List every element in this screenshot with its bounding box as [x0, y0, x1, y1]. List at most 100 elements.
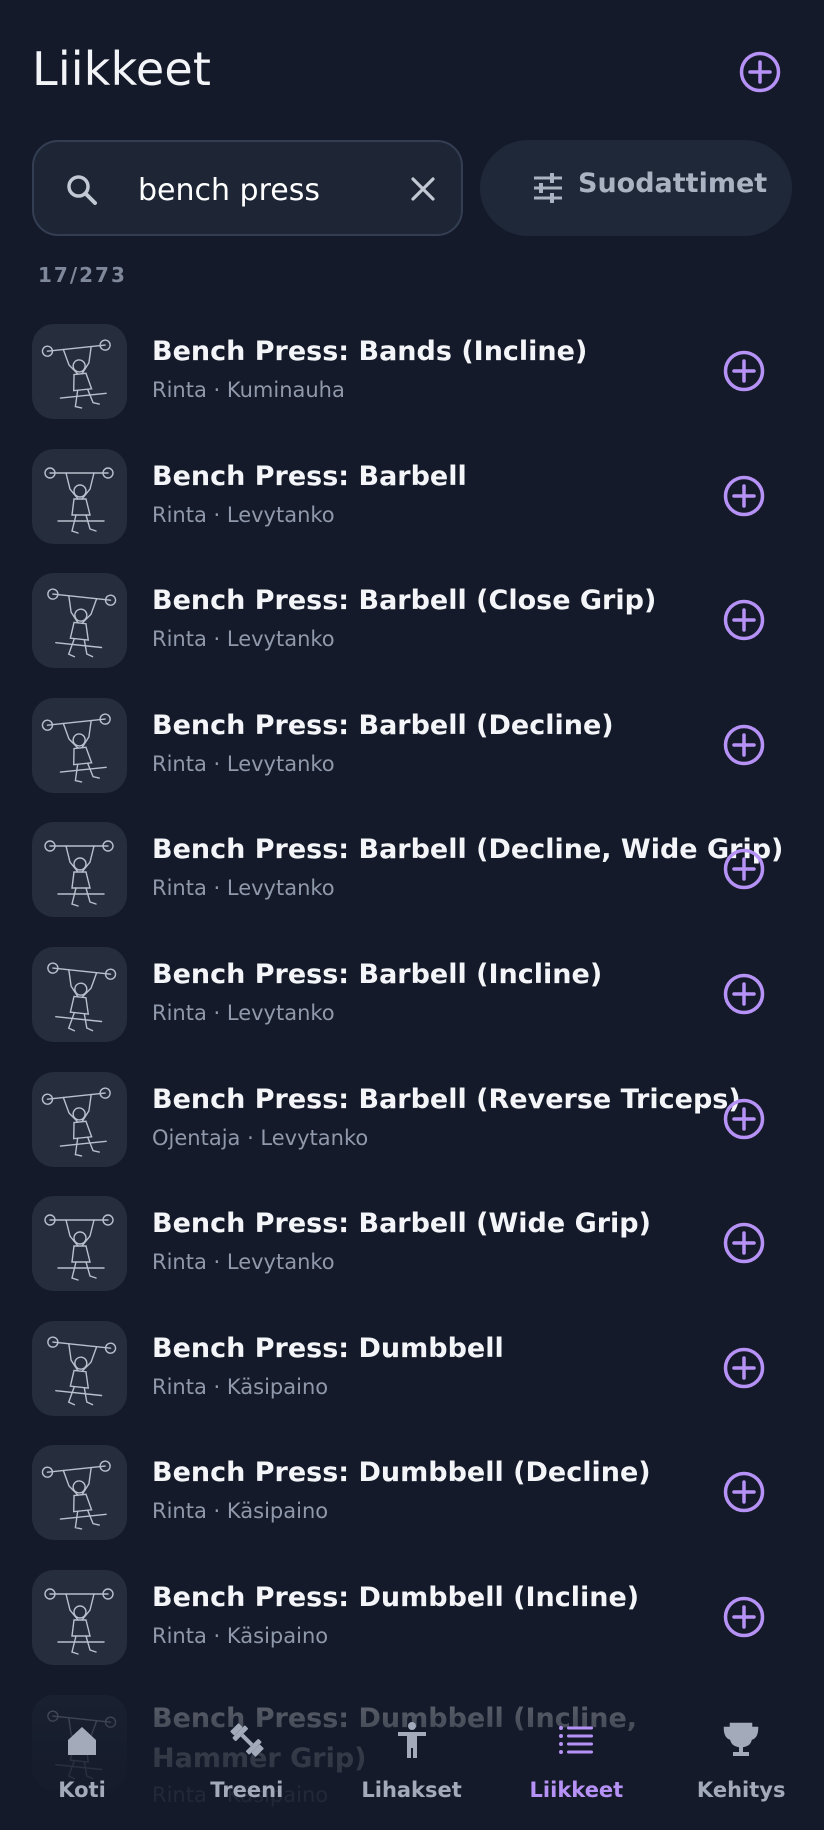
exercise-meta: Rinta · Levytanko	[152, 1001, 335, 1025]
exercise-library-screen: Liikkeet Suodattimet	[0, 0, 824, 1830]
dumbbell-icon	[230, 1723, 264, 1757]
home-icon	[68, 1727, 96, 1755]
exercise-row[interactable]: Bench Press: Barbell (Incline) Rinta · Le…	[0, 945, 824, 1045]
exercise-name: Bench Press: Dumbbell	[152, 1332, 504, 1364]
exercise-row[interactable]: Bench Press: Dumbbell (Incline) Rinta · K…	[0, 1568, 824, 1668]
exercise-name: Bench Press: Barbell (Reverse Triceps)	[152, 1083, 741, 1115]
add-to-workout-button[interactable]	[722, 1346, 766, 1390]
exercise-illustration-icon	[44, 1588, 114, 1655]
add-circle-icon	[723, 1596, 765, 1638]
add-circle-icon	[723, 1347, 765, 1389]
nav-label: Koti	[58, 1778, 106, 1802]
exercise-row[interactable]: Bench Press: Barbell (Close Grip) Rinta ·…	[0, 571, 824, 671]
nav-item-lihakset[interactable]: Lihakset	[330, 1700, 494, 1830]
exercise-illustration-icon	[41, 713, 111, 783]
add-circle-icon	[723, 1222, 765, 1264]
page-title: Liikkeet	[32, 42, 212, 96]
add-circle-icon	[723, 724, 765, 766]
exercise-name: Bench Press: Barbell (Incline)	[152, 959, 603, 990]
add-circle-icon	[723, 1472, 765, 1513]
exercise-thumbnail	[32, 697, 127, 793]
exercise-illustration-icon	[47, 962, 117, 1032]
nav-item-kehitys[interactable]: Kehitys	[659, 1700, 823, 1830]
exercise-meta: Rinta · Käsipaino	[152, 1374, 329, 1399]
exercise-illustration-icon	[41, 1087, 111, 1157]
add-to-workout-button[interactable]	[722, 474, 766, 518]
nav-item-liikkeet[interactable]: Liikkeet	[494, 1700, 658, 1830]
nav-item-koti[interactable]: Koti	[0, 1700, 164, 1830]
exercise-thumbnail	[32, 448, 127, 544]
bottom-navigation: Koti Treeni Lihakset Liikkeet Kehitys	[0, 1700, 824, 1830]
add-to-workout-button[interactable]	[722, 1595, 766, 1639]
result-count: 17/273	[38, 263, 127, 287]
exercise-illustration-icon	[47, 1336, 117, 1406]
nav-label: Kehitys	[696, 1778, 786, 1802]
nav-item-treeni[interactable]: Treeni	[165, 1700, 329, 1830]
filters-button[interactable]: Suodattimet	[480, 140, 792, 236]
add-circle-icon	[723, 849, 765, 890]
add-to-workout-button[interactable]	[722, 972, 766, 1016]
exercise-thumbnail	[32, 1071, 127, 1167]
exercise-row[interactable]: Bench Press: Barbell (Decline) Rinta · Le…	[0, 696, 824, 796]
add-to-workout-button[interactable]	[722, 1470, 766, 1514]
exercise-name: Bench Press: Bands (Incline)	[152, 336, 588, 367]
exercise-name: Bench Press: Barbell	[152, 460, 467, 492]
exercise-row[interactable]: Bench Press: Dumbbell Rinta · Käsipaino	[0, 1319, 824, 1419]
exercise-name: Bench Press: Barbell (Decline)	[152, 709, 614, 741]
exercise-meta: Rinta · Levytanko	[152, 502, 335, 527]
exercise-illustration-icon	[47, 588, 117, 658]
exercise-name: Bench Press: Barbell (Close Grip)	[152, 585, 657, 617]
add-to-workout-button[interactable]	[722, 1097, 766, 1141]
add-to-workout-button[interactable]	[722, 847, 766, 891]
exercise-name: Bench Press: Barbell (Decline, Wide Grip…	[152, 834, 784, 866]
exercise-illustration-icon	[41, 339, 111, 409]
tune-icon	[534, 173, 562, 203]
exercise-illustration-icon	[44, 840, 114, 908]
add-to-workout-button[interactable]	[722, 598, 766, 642]
exercise-row[interactable]: Bench Press: Dumbbell (Decline) Rinta · K…	[0, 1443, 824, 1543]
exercise-meta: Rinta · Käsipaino	[152, 1624, 329, 1648]
exercise-row[interactable]: Bench Press: Barbell (Reverse Triceps) Oj…	[0, 1070, 824, 1170]
close-icon[interactable]	[406, 172, 440, 206]
exercise-meta: Rinta · Levytanko	[152, 876, 335, 901]
exercise-thumbnail	[32, 573, 127, 669]
exercise-thumbnail	[32, 1196, 127, 1292]
exercise-meta: Rinta · Käsipaino	[152, 1499, 329, 1524]
filters-label: Suodattimet	[578, 168, 768, 199]
list-icon	[559, 1726, 594, 1754]
exercise-illustration-icon	[44, 1214, 114, 1281]
exercise-thumbnail	[32, 1570, 127, 1665]
add-circle-icon	[723, 1098, 765, 1139]
add-circle-icon	[723, 350, 765, 392]
search-icon	[67, 175, 97, 205]
exercise-thumbnail	[32, 822, 127, 918]
exercise-meta: Rinta · Levytanko	[152, 1250, 335, 1275]
exercise-meta: Rinta · Levytanko	[152, 751, 335, 776]
add-circle-icon	[723, 599, 765, 641]
nav-label: Treeni	[210, 1778, 284, 1802]
add-to-workout-button[interactable]	[722, 1221, 766, 1265]
exercise-row[interactable]: Bench Press: Barbell (Decline, Wide Grip…	[0, 820, 824, 920]
exercise-meta: Rinta · Kuminauha	[152, 378, 345, 402]
add-to-workout-button[interactable]	[722, 349, 766, 393]
exercise-thumbnail	[32, 1320, 127, 1416]
search-box[interactable]	[32, 140, 463, 236]
exercise-thumbnail	[32, 1445, 127, 1541]
exercise-thumbnail	[32, 947, 127, 1042]
trophy-icon	[723, 1722, 759, 1756]
add-circle-icon	[723, 475, 765, 516]
add-exercise-button[interactable]	[738, 50, 782, 94]
exercise-row[interactable]: Bench Press: Barbell (Wide Grip) Rinta · …	[0, 1194, 824, 1294]
exercise-row[interactable]: Bench Press: Bands (Incline) Rinta · Kumi…	[0, 322, 824, 422]
exercise-name: Bench Press: Dumbbell (Decline)	[152, 1457, 651, 1489]
add-to-workout-button[interactable]	[722, 723, 766, 767]
exercise-illustration-icon	[44, 466, 114, 534]
exercise-meta: Rinta · Levytanko	[152, 627, 335, 652]
exercise-meta: Ojentaja · Levytanko	[152, 1125, 369, 1150]
exercise-name: Bench Press: Dumbbell (Incline)	[152, 1582, 640, 1613]
search-input[interactable]	[138, 162, 408, 218]
add-circle-icon	[723, 973, 765, 1015]
exercise-thumbnail	[32, 324, 127, 419]
exercise-name: Bench Press: Barbell (Wide Grip)	[152, 1208, 651, 1240]
exercise-row[interactable]: Bench Press: Barbell Rinta · Levytanko	[0, 447, 824, 547]
